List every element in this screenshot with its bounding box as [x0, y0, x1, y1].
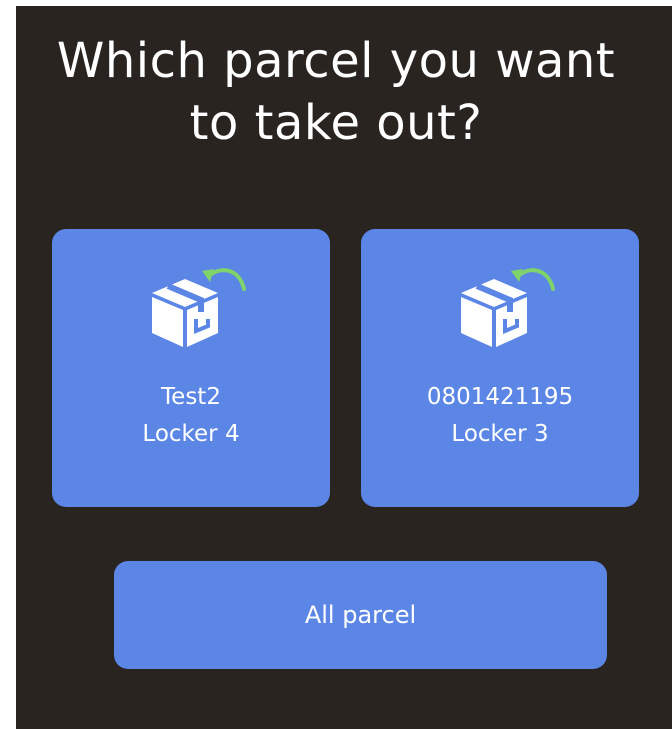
- page-title: Which parcel you want to take out?: [0, 30, 672, 154]
- package-return-icon: [152, 268, 246, 347]
- parcel-card-test2[interactable]: Test2 Locker 4: [52, 229, 330, 507]
- parcel-card-0801421195[interactable]: 0801421195 Locker 3: [361, 229, 639, 507]
- page-title-line-1: Which parcel you want: [56, 33, 616, 89]
- all-parcel-button[interactable]: All parcel: [114, 561, 607, 669]
- package-return-icon: [461, 268, 555, 347]
- parcel-info: 0801421195 Locker 3: [361, 379, 639, 453]
- parcel-name: Test2: [161, 384, 221, 410]
- parcel-locker: Locker 4: [142, 421, 240, 447]
- kiosk-screen: Which parcel you want to take out? Test2…: [16, 6, 672, 729]
- page-title-line-2: to take out?: [189, 95, 483, 151]
- parcel-name: 0801421195: [426, 384, 574, 410]
- all-parcel-label: All parcel: [304, 601, 417, 629]
- parcel-info: Test2 Locker 4: [52, 379, 330, 453]
- parcel-locker: Locker 3: [451, 421, 549, 447]
